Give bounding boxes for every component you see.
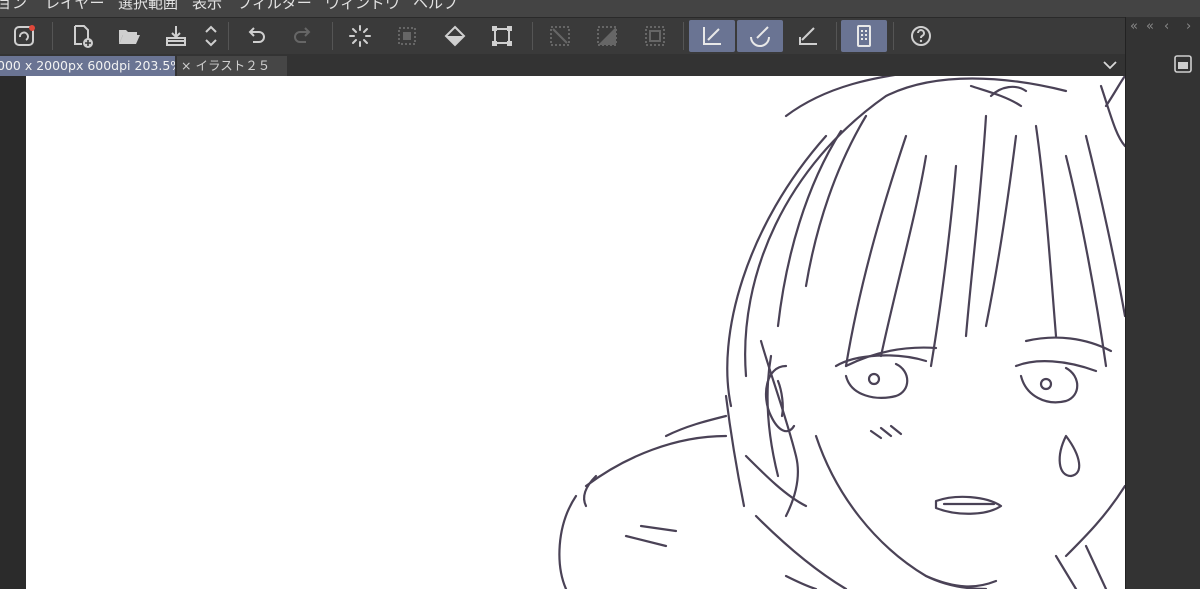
line-art-sketch [558, 76, 1125, 589]
deselect-button[interactable] [384, 20, 430, 52]
snap-ruler-button[interactable] [689, 20, 735, 52]
redo-button[interactable] [280, 20, 326, 52]
right-panel: « « ‹ › [1125, 17, 1200, 589]
device-button[interactable] [841, 20, 887, 52]
clear-outside-icon [550, 26, 570, 46]
selection-border-button[interactable] [632, 20, 678, 52]
open-folder-icon [119, 30, 140, 44]
clip-studio-icon [14, 25, 35, 46]
loading-spinner-icon [349, 25, 371, 47]
save-button[interactable] [153, 20, 199, 52]
new-file-icon [74, 25, 93, 48]
tab-illust-25[interactable]: × イラスト２５ [177, 56, 287, 76]
collapse-chevron-left[interactable]: ‹ [1164, 17, 1169, 37]
invert-selection-icon [597, 26, 617, 46]
menu-item-window[interactable]: ウィンドウ [325, 0, 400, 13]
navigator-icon[interactable] [1173, 54, 1193, 74]
invert-selection-button[interactable] [584, 20, 630, 52]
redo-icon [294, 27, 311, 43]
loading-button[interactable] [337, 20, 383, 52]
clear-outside-button[interactable] [537, 20, 583, 52]
chevron-down-icon[interactable] [1101, 56, 1119, 74]
help-icon [911, 26, 931, 46]
drawing-canvas[interactable] [26, 76, 1125, 589]
menu-item-help[interactable]: ヘルプ [413, 0, 458, 13]
collapse-left-button-2[interactable]: « [1146, 17, 1154, 37]
menu-item-view[interactable]: 表示 [192, 0, 222, 13]
menu-item-window-option[interactable]: ョン [0, 0, 27, 13]
snap-ruler-icon [703, 27, 721, 45]
snap-grid-icon [799, 27, 817, 45]
clip-studio-button[interactable] [1, 20, 47, 52]
document-tab-bar: 000 x 2000px 600dpi 203.5%) × イラスト２５ [0, 54, 1125, 76]
panel-collapse-row: « « ‹ › [1126, 17, 1200, 37]
fill-button[interactable] [432, 20, 478, 52]
snap-grid-button[interactable] [785, 20, 831, 52]
collapse-left-button[interactable]: « [1130, 17, 1138, 37]
help-button[interactable] [898, 20, 944, 52]
up-down-icon [205, 25, 217, 47]
device-icon [857, 25, 871, 47]
command-toolbar [0, 17, 1125, 54]
menu-item-filter[interactable]: フィルター [237, 0, 312, 13]
selection-border-icon [645, 26, 665, 46]
menu-item-layer[interactable]: レイヤー [45, 0, 105, 13]
transform-button[interactable] [479, 20, 525, 52]
undo-button[interactable] [233, 20, 279, 52]
tab-current-document[interactable]: 000 x 2000px 600dpi 203.5%) [0, 56, 175, 76]
new-file-button[interactable] [59, 20, 105, 52]
deselect-icon [398, 27, 416, 45]
fill-icon [444, 25, 466, 47]
undo-icon [248, 27, 265, 43]
menu-item-selection[interactable]: 選択範囲 [118, 0, 178, 13]
snap-special-ruler-icon [750, 26, 770, 47]
save-icon [166, 26, 186, 46]
menu-bar: ョン レイヤー 選択範囲 表示 フィルター ウィンドウ ヘルプ [0, 0, 1200, 17]
transform-icon [492, 26, 512, 46]
open-folder-button[interactable] [106, 20, 152, 52]
up-down-button[interactable] [198, 20, 224, 52]
collapse-chevron-right[interactable]: › [1186, 17, 1191, 37]
snap-special-ruler-button[interactable] [737, 20, 783, 52]
canvas-area [0, 76, 1125, 589]
